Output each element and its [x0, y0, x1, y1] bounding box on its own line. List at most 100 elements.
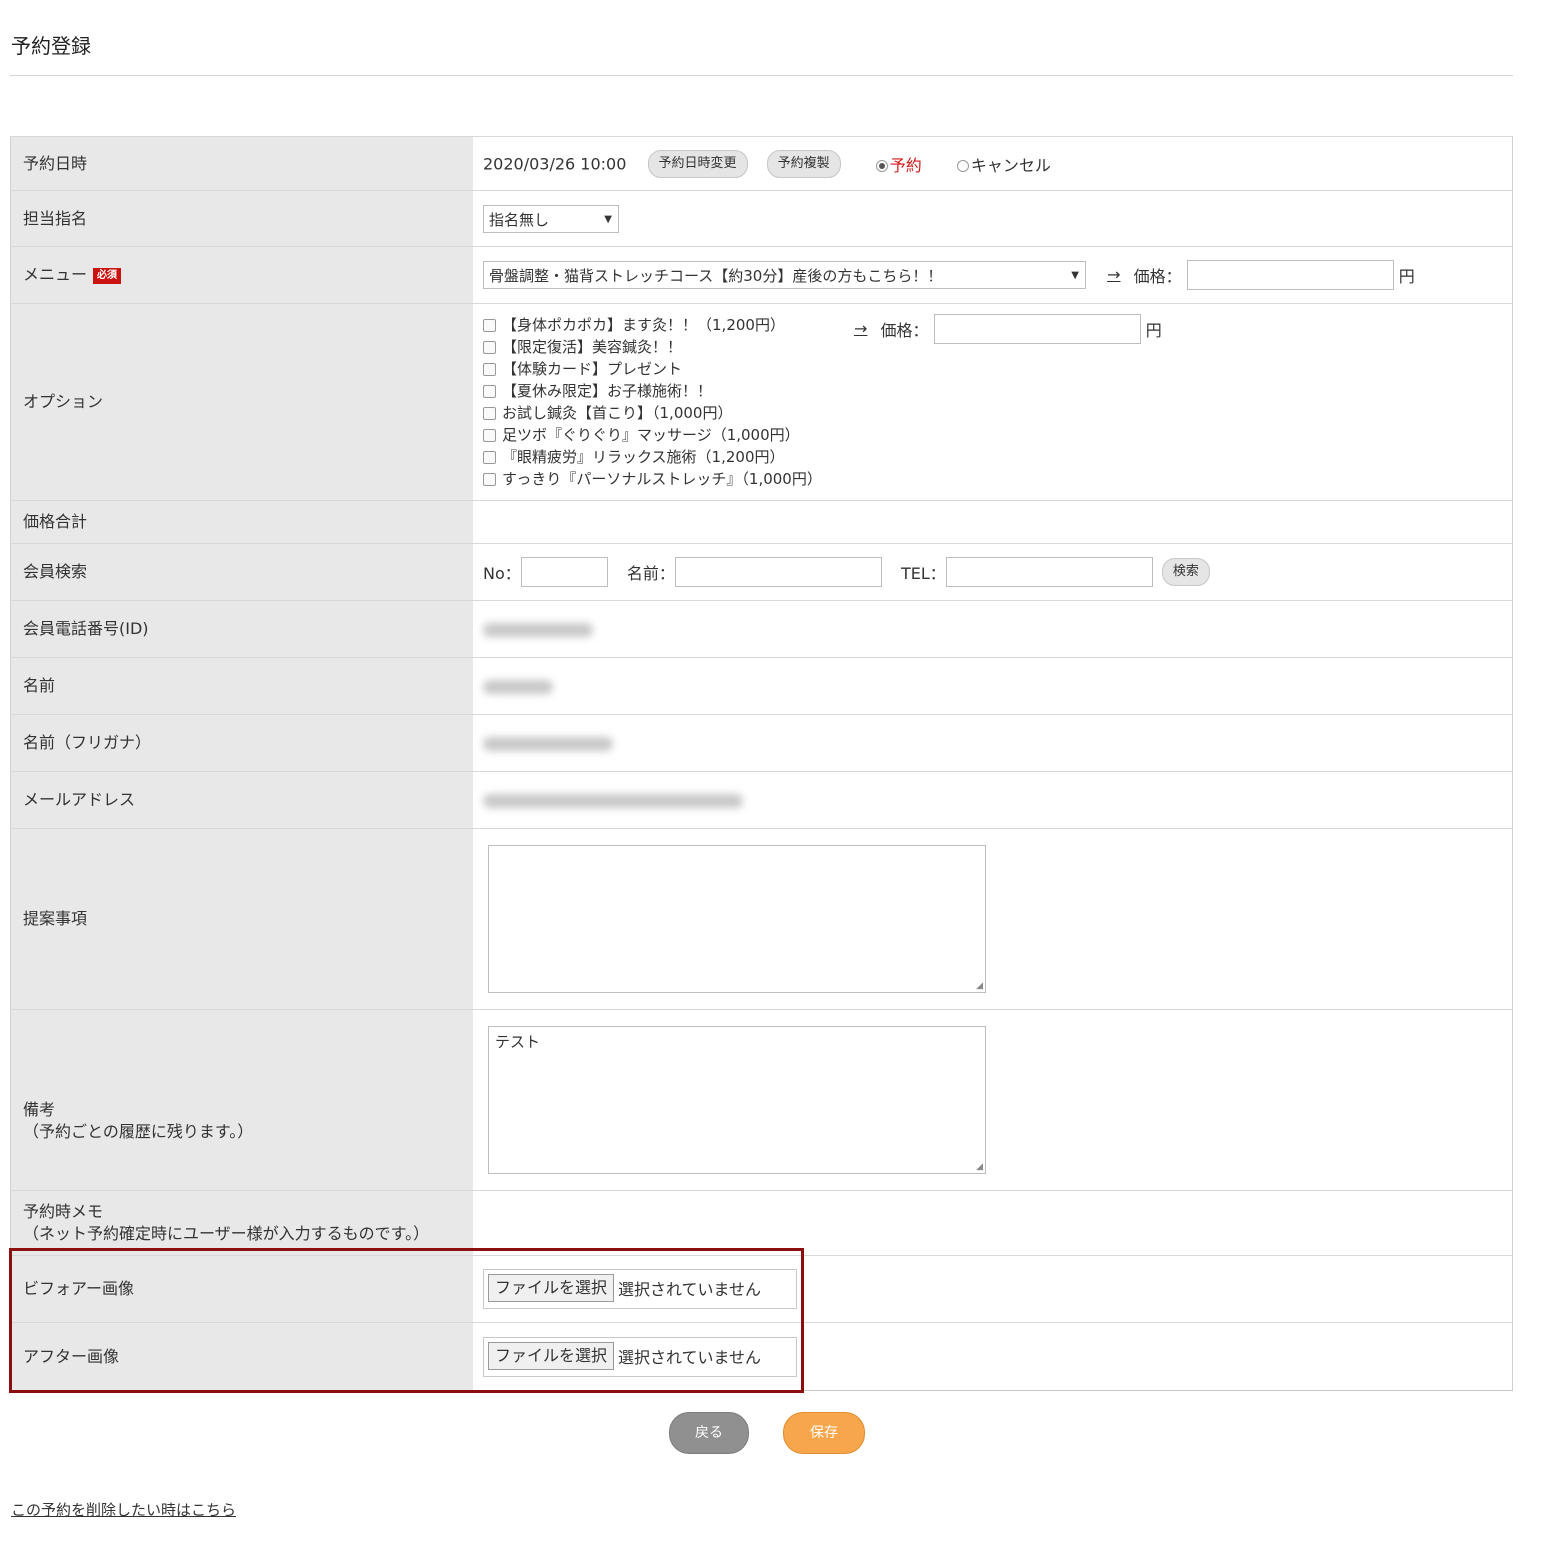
arrow-icon: →	[854, 318, 868, 338]
name-value	[473, 657, 1513, 715]
option-item[interactable]: お試し鍼灸【首こり】（1,000円）	[483, 402, 1512, 424]
datetime-value: 2020/03/26 10:00	[483, 154, 627, 173]
radio-reserve[interactable]: 予約	[875, 156, 922, 175]
redacted-value	[483, 794, 743, 808]
row-name: 名前	[10, 657, 1513, 715]
row-option: オプション 【身体ポカポカ】ます灸！！（1,200円） 【限定復活】美容鍼灸！！…	[10, 303, 1513, 501]
row-email: メールアドレス	[10, 771, 1513, 829]
resize-grip-icon[interactable]: ◢	[976, 981, 983, 991]
label-menu: メニュー	[23, 265, 88, 284]
label-before-image: ビフォアー画像	[10, 1255, 473, 1323]
label-total: 価格合計	[10, 500, 473, 544]
checkbox[interactable]	[483, 473, 496, 486]
total-value	[473, 500, 1513, 544]
label-datetime: 予約日時	[10, 136, 473, 191]
tel-label: TEL：	[900, 564, 946, 583]
checkbox[interactable]	[483, 385, 496, 398]
checkbox[interactable]	[483, 363, 496, 376]
row-remarks: 備考 （予約ごとの履歴に残ります。） テスト ◢	[10, 1009, 1513, 1191]
checkbox[interactable]	[483, 319, 496, 332]
proposal-textarea[interactable]: ◢	[488, 845, 986, 993]
member-tel-value	[473, 600, 1513, 658]
member-no-input[interactable]	[520, 557, 608, 587]
copy-reservation-button[interactable]: 予約複製	[766, 149, 841, 178]
row-before-image: ビフォアー画像 ファイルを選択 選択されていません	[10, 1255, 1513, 1323]
email-value	[473, 771, 1513, 829]
label-remarks: 備考	[23, 1100, 56, 1119]
label-kana: 名前（フリガナ）	[10, 714, 473, 772]
label-after-image: アフター画像	[10, 1322, 473, 1391]
kana-value	[473, 714, 1513, 772]
label-staff: 担当指名	[10, 190, 473, 247]
before-image-file-input[interactable]: ファイルを選択 選択されていません	[483, 1269, 797, 1309]
row-datetime: 予約日時 2020/03/26 10:00 予約日時変更 予約複製 予約 キャン…	[10, 136, 1513, 191]
checkbox[interactable]	[483, 407, 496, 420]
option-price-input[interactable]	[933, 314, 1141, 344]
label-member-search: 会員検索	[10, 543, 473, 601]
label-remarks-note: （予約ごとの履歴に残ります。）	[23, 1122, 254, 1141]
after-file-select-button[interactable]: ファイルを選択	[488, 1341, 615, 1370]
redacted-value	[483, 680, 553, 694]
arrow-icon: →	[1107, 264, 1121, 284]
page-title: 予約登録	[11, 34, 91, 58]
redacted-value	[483, 623, 593, 637]
option-item[interactable]: 足ツボ『ぐりぐり』マッサージ（1,000円）	[483, 424, 1512, 446]
search-button[interactable]: 検索	[1161, 558, 1210, 586]
memo-value	[473, 1190, 1513, 1256]
label-member-tel-id: 会員電話番号(ID)	[10, 600, 473, 658]
label-memo: 予約時メモ	[23, 1202, 104, 1221]
row-after-image: アフター画像 ファイルを選択 選択されていません	[10, 1322, 1513, 1391]
label-email: メールアドレス	[10, 771, 473, 829]
chevron-down-icon: ▼	[604, 213, 612, 225]
yen-label: 円	[1145, 321, 1162, 340]
save-button[interactable]: 保存	[783, 1412, 865, 1454]
no-label: No：	[483, 564, 521, 583]
row-staff: 担当指名 指名無し ▼	[10, 190, 1513, 247]
checkbox[interactable]	[483, 341, 496, 354]
remarks-textarea[interactable]: テスト ◢	[488, 1026, 986, 1174]
option-item[interactable]: 『眼精疲労』リラックス施術（1,200円）	[483, 446, 1512, 468]
row-kana: 名前（フリガナ）	[10, 714, 1513, 772]
row-member-tel: 会員電話番号(ID)	[10, 600, 1513, 658]
radio-cancel[interactable]: キャンセル	[956, 156, 1051, 175]
radio-reserve-indicator[interactable]	[875, 160, 888, 172]
reservation-form: 予約日時 2020/03/26 10:00 予約日時変更 予約複製 予約 キャン…	[10, 136, 1513, 1391]
radio-cancel-indicator[interactable]	[956, 160, 969, 172]
back-button[interactable]: 戻る	[669, 1412, 749, 1454]
row-menu: メニュー 必須 骨盤調整・猫背ストレッチコース【約30分】産後の方もこちら！！ ▼ …	[10, 246, 1513, 304]
row-member-search: 会員検索 No： 名前： TEL： 検索	[10, 543, 1513, 601]
after-image-file-input[interactable]: ファイルを選択 選択されていません	[483, 1336, 797, 1377]
after-file-status: 選択されていません	[618, 1347, 762, 1367]
row-memo: 予約時メモ （ネット予約確定時にユーザー様が入力するものです。）	[10, 1190, 1513, 1256]
label-name: 名前	[10, 657, 473, 715]
chevron-down-icon: ▼	[1071, 270, 1079, 281]
title-divider	[10, 75, 1513, 76]
menu-price-label: 価格：	[1133, 267, 1182, 286]
option-item[interactable]: 【体験カード】プレゼント	[483, 358, 1512, 380]
menu-select[interactable]: 骨盤調整・猫背ストレッチコース【約30分】産後の方もこちら！！ ▼	[483, 261, 1086, 289]
option-price-group: → 価格： 円	[854, 314, 1162, 344]
row-proposal: 提案事項 ◢	[10, 828, 1513, 1010]
checkbox[interactable]	[483, 451, 496, 464]
option-item[interactable]: すっきり『パーソナルストレッチ』（1,000円）	[483, 468, 1512, 490]
label-option: オプション	[10, 303, 473, 501]
staff-select[interactable]: 指名無し ▼	[483, 204, 619, 233]
label-memo-note: （ネット予約確定時にユーザー様が入力するものです。）	[23, 1224, 430, 1243]
delete-reservation-link[interactable]: この予約を削除したい時はこちら	[11, 1499, 236, 1520]
before-file-status: 選択されていません	[618, 1280, 762, 1299]
yen-label: 円	[1398, 267, 1415, 286]
option-item[interactable]: 【夏休み限定】お子様施術！！	[483, 380, 1512, 402]
before-file-select-button[interactable]: ファイルを選択	[488, 1274, 615, 1302]
row-total: 価格合計	[10, 500, 1513, 544]
resize-grip-icon[interactable]: ◢	[976, 1162, 983, 1172]
label-proposal: 提案事項	[10, 828, 473, 1010]
member-tel-input[interactable]	[945, 557, 1153, 587]
menu-price-input[interactable]	[1186, 260, 1394, 290]
change-datetime-button[interactable]: 予約日時変更	[647, 149, 748, 178]
checkbox[interactable]	[483, 429, 496, 442]
member-name-input[interactable]	[674, 557, 882, 587]
option-price-label: 価格：	[880, 321, 929, 340]
redacted-value	[483, 737, 613, 751]
name-label: 名前：	[626, 564, 675, 583]
required-badge: 必須	[93, 267, 122, 284]
